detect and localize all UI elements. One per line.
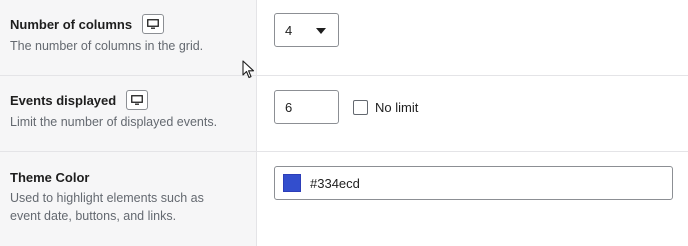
setting-description: The number of columns in the grid.	[10, 39, 204, 53]
color-hex-value: #334ecd	[310, 175, 360, 191]
color-swatch[interactable]	[283, 174, 301, 192]
desktop-icon[interactable]	[142, 14, 165, 34]
select-value: 4	[285, 22, 293, 38]
setting-row-theme-color: Theme Color Used to highlight elements s…	[0, 152, 688, 246]
setting-title: Number of columns	[10, 16, 133, 32]
setting-title: Theme Color	[10, 169, 90, 185]
columns-select[interactable]: 4	[274, 13, 339, 47]
description-line: Used to highlight elements such as	[10, 191, 204, 205]
mouse-pointer-icon	[242, 60, 256, 85]
setting-title: Events displayed	[10, 92, 117, 108]
description-line: event date, buttons, and links.	[10, 209, 177, 223]
settings-panel: Number of columns The number of columns …	[0, 0, 688, 246]
setting-label-block: Theme Color Used to highlight elements s…	[10, 167, 245, 225]
no-limit-checkbox[interactable]	[353, 100, 368, 115]
no-limit-label[interactable]: No limit	[375, 100, 418, 115]
number-value: 6	[285, 99, 293, 115]
desktop-icon[interactable]	[126, 90, 149, 110]
setting-label-block: Events displayed Limit the number of dis…	[10, 89, 245, 131]
setting-description: Limit the number of displayed events.	[10, 115, 218, 129]
setting-label-block: Number of columns The number of columns …	[10, 13, 245, 55]
chevron-down-icon	[316, 28, 326, 34]
setting-row-events: Events displayed Limit the number of dis…	[0, 76, 688, 151]
setting-row-columns: Number of columns The number of columns …	[0, 0, 688, 75]
setting-description: Used to highlight elements such as event…	[10, 189, 245, 225]
events-number-input[interactable]: 6	[274, 90, 339, 124]
no-limit-option: No limit	[353, 100, 418, 115]
theme-color-input[interactable]: #334ecd	[274, 166, 673, 200]
